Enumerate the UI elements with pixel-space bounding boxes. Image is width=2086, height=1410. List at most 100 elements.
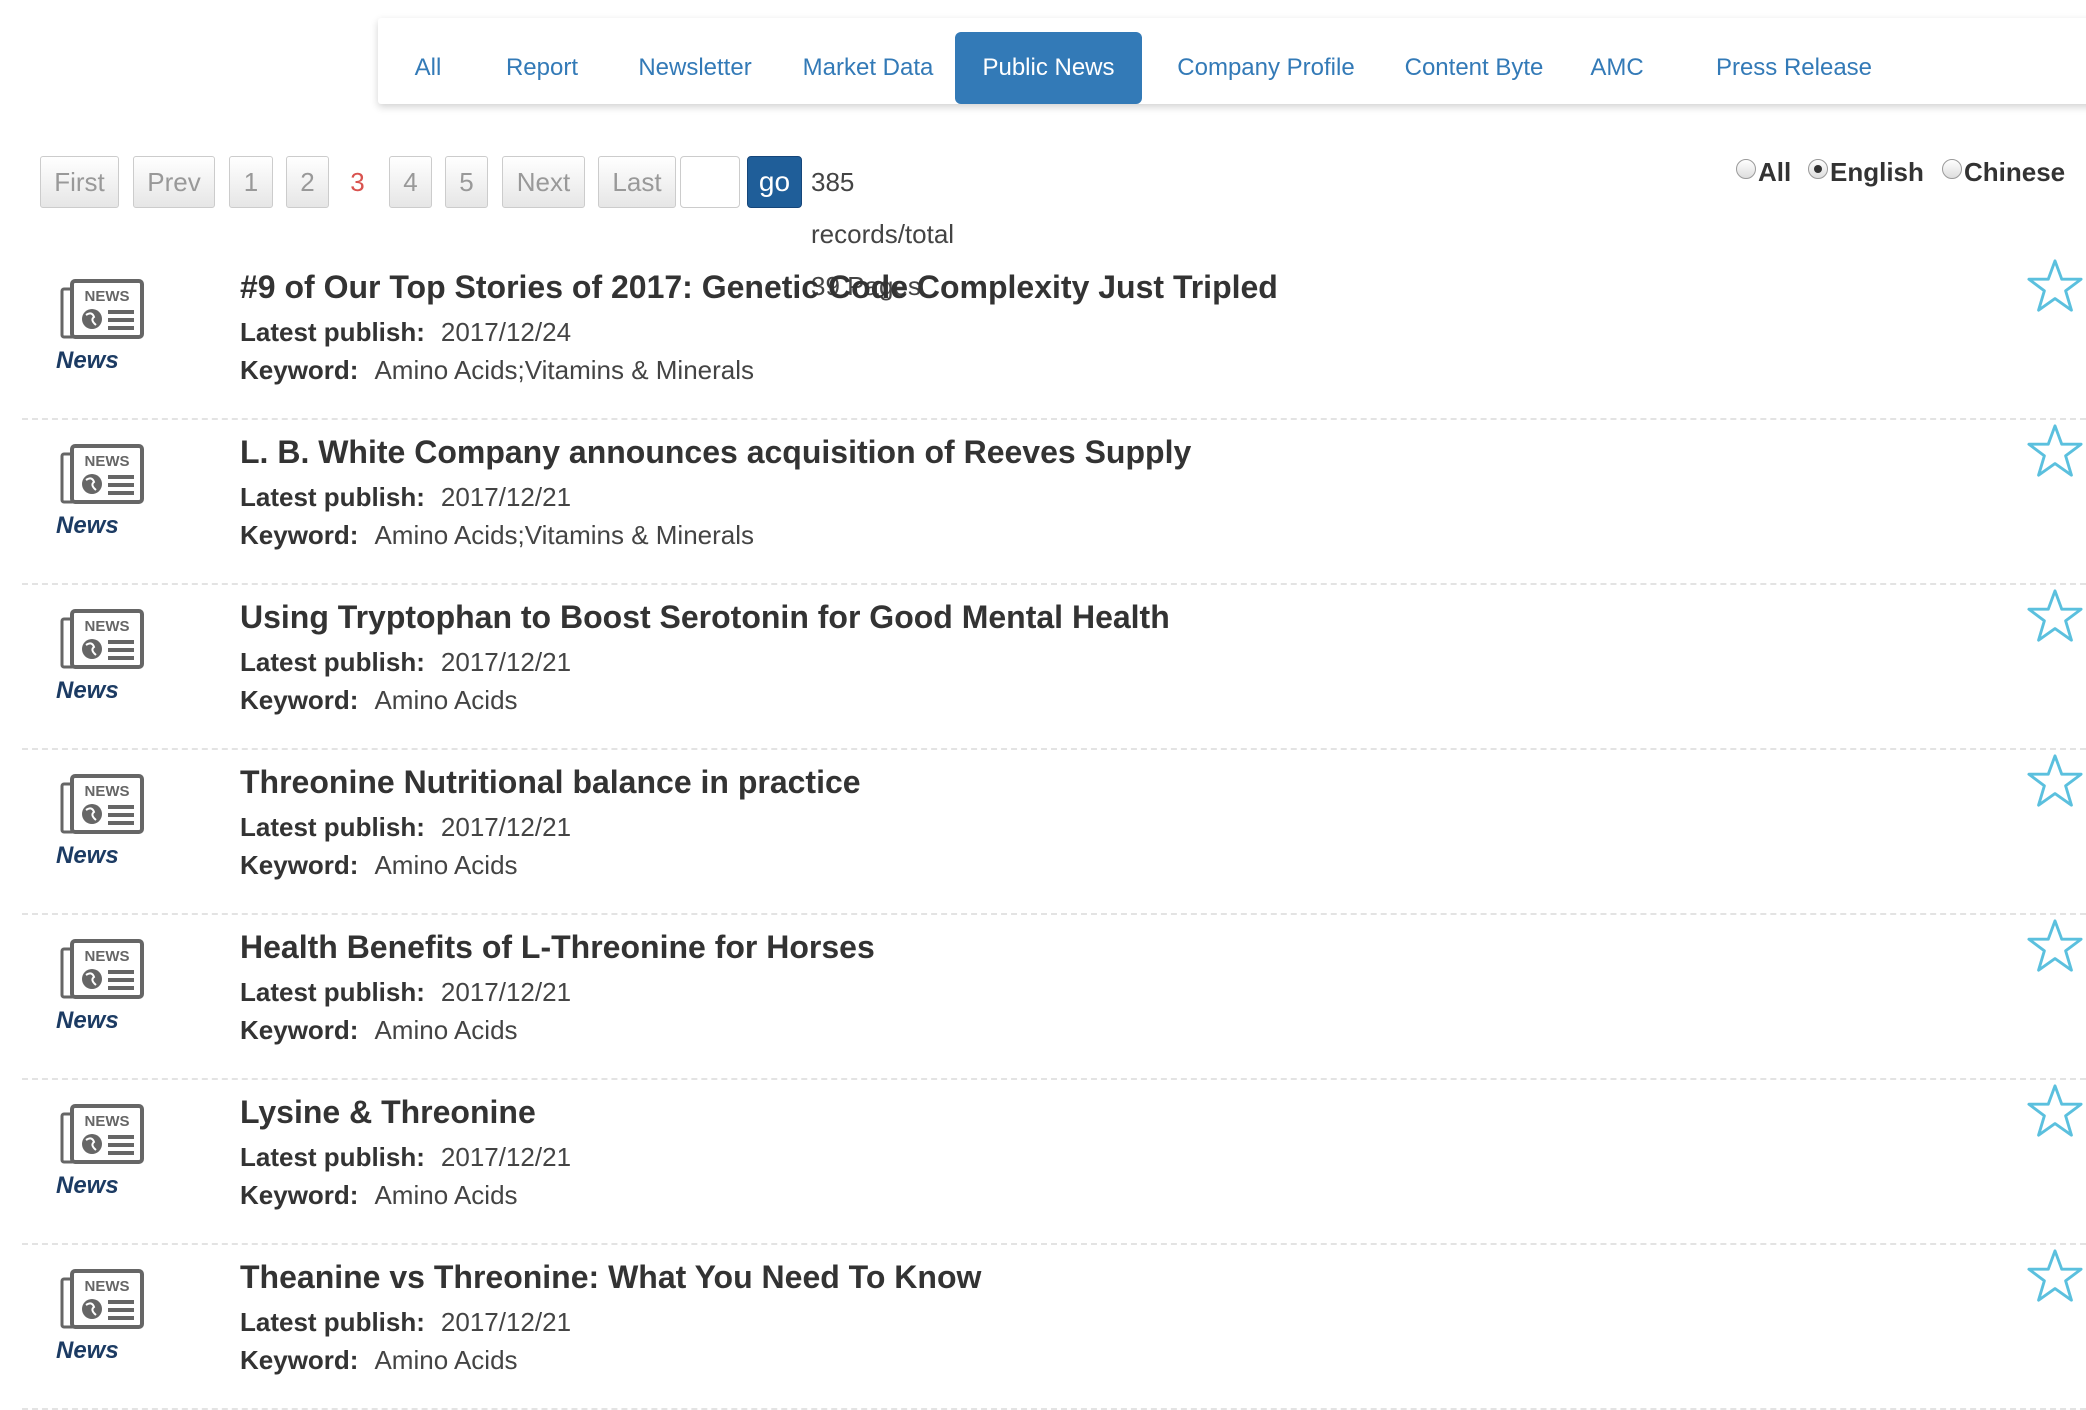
item-publish-row: Latest publish: 2017/12/21	[240, 482, 571, 513]
latest-publish-label: Latest publish:	[240, 1307, 425, 1337]
newspaper-icon: NEWS	[60, 609, 144, 669]
page-5-button[interactable]: 5	[445, 156, 488, 208]
item-title-link[interactable]: Lysine & Threonine	[240, 1094, 536, 1131]
item-title-link[interactable]: #9 of Our Top Stories of 2017: Genetic C…	[240, 269, 1278, 306]
category-tab-bar: All Report Newsletter Market Data Public…	[378, 18, 2086, 104]
publish-date: 2017/12/21	[440, 1307, 572, 1337]
keyword-label: Keyword:	[240, 685, 359, 715]
svg-text:NEWS: NEWS	[85, 618, 130, 635]
publish-date: 2017/12/21	[440, 977, 572, 1007]
star-outline-icon[interactable]	[2026, 1247, 2084, 1305]
item-type-label: News	[56, 677, 119, 704]
item-type-label: News	[56, 1007, 119, 1034]
svg-text:NEWS: NEWS	[85, 288, 130, 305]
star-outline-icon[interactable]	[2026, 587, 2084, 645]
newspaper-icon: NEWS	[60, 939, 144, 999]
item-keyword-row: Keyword: Amino Acids;Vitamins & Minerals	[240, 520, 754, 551]
item-publish-row: Latest publish: 2017/12/21	[240, 647, 571, 678]
item-keyword-row: Keyword: Amino Acids;Vitamins & Minerals	[240, 355, 754, 386]
first-page-button[interactable]: First	[40, 156, 119, 208]
item-publish-row: Latest publish: 2017/12/21	[240, 1142, 571, 1173]
item-type-label: News	[56, 347, 119, 374]
tab-market-data[interactable]: Market Data	[780, 32, 956, 104]
item-publish-row: Latest publish: 2017/12/21	[240, 812, 571, 843]
latest-publish-label: Latest publish:	[240, 647, 425, 677]
item-title-link[interactable]: Threonine Nutritional balance in practic…	[240, 764, 861, 801]
page-2-button[interactable]: 2	[286, 156, 329, 208]
keyword-value: Amino Acids	[374, 850, 518, 880]
prev-page-button[interactable]: Prev	[133, 156, 215, 208]
tab-content-byte[interactable]: Content Byte	[1378, 32, 1570, 104]
tab-amc[interactable]: AMC	[1574, 32, 1660, 104]
star-outline-icon[interactable]	[2026, 752, 2084, 810]
list-item: NEWS News L. B. White Company announces …	[0, 420, 2086, 585]
item-type-label: News	[56, 842, 119, 869]
item-title-link[interactable]: Using Tryptophan to Boost Serotonin for …	[240, 599, 1170, 636]
item-keyword-row: Keyword: Amino Acids	[240, 850, 518, 881]
list-item: NEWS News Threonine Nutritional balance …	[0, 750, 2086, 915]
tab-newsletter[interactable]: Newsletter	[612, 32, 778, 104]
list-item: NEWS News Lysine & Threonine Latest publ…	[0, 1080, 2086, 1245]
go-button[interactable]: go	[747, 156, 802, 208]
item-keyword-row: Keyword: Amino Acids	[240, 1345, 518, 1376]
keyword-label: Keyword:	[240, 520, 359, 550]
last-page-button[interactable]: Last	[598, 156, 676, 208]
item-keyword-row: Keyword: Amino Acids	[240, 685, 518, 716]
svg-text:NEWS: NEWS	[85, 783, 130, 800]
tab-report[interactable]: Report	[478, 32, 606, 104]
page-number-input[interactable]	[680, 156, 740, 208]
page-1-button[interactable]: 1	[229, 156, 273, 208]
item-publish-row: Latest publish: 2017/12/24	[240, 317, 571, 348]
radio-all[interactable]	[1736, 159, 1756, 179]
keyword-value: Amino Acids;Vitamins & Minerals	[374, 520, 755, 550]
language-option-english[interactable]: English	[1808, 152, 1924, 192]
keyword-label: Keyword:	[240, 1345, 359, 1375]
keyword-label: Keyword:	[240, 1015, 359, 1045]
tab-press-release[interactable]: Press Release	[1704, 32, 1884, 104]
language-option-chinese[interactable]: Chinese	[1942, 152, 2065, 192]
publish-date: 2017/12/21	[440, 482, 572, 512]
item-type-label: News	[56, 512, 119, 539]
item-publish-row: Latest publish: 2017/12/21	[240, 977, 571, 1008]
latest-publish-label: Latest publish:	[240, 812, 425, 842]
keyword-value: Amino Acids	[374, 1180, 518, 1210]
language-option-all[interactable]: All	[1736, 152, 1791, 192]
latest-publish-label: Latest publish:	[240, 1142, 425, 1172]
publish-date: 2017/12/21	[440, 812, 572, 842]
star-outline-icon[interactable]	[2026, 257, 2084, 315]
svg-text:NEWS: NEWS	[85, 1278, 130, 1295]
list-item: NEWS News Using Tryptophan to Boost Sero…	[0, 585, 2086, 750]
list-item: NEWS News Theanine vs Threonine: What Yo…	[0, 1245, 2086, 1410]
item-title-link[interactable]: Theanine vs Threonine: What You Need To …	[240, 1259, 981, 1296]
newspaper-icon: NEWS	[60, 774, 144, 834]
language-label-english: English	[1830, 157, 1924, 187]
tab-company-profile[interactable]: Company Profile	[1158, 32, 1374, 104]
publish-date: 2017/12/21	[440, 1142, 572, 1172]
item-title-link[interactable]: L. B. White Company announces acquisitio…	[240, 434, 1191, 471]
star-outline-icon[interactable]	[2026, 1082, 2084, 1140]
latest-publish-label: Latest publish:	[240, 482, 425, 512]
newspaper-icon: NEWS	[60, 1269, 144, 1329]
newspaper-icon: NEWS	[60, 444, 144, 504]
latest-publish-label: Latest publish:	[240, 317, 425, 347]
item-type-label: News	[56, 1172, 119, 1199]
next-page-button[interactable]: Next	[502, 156, 585, 208]
keyword-label: Keyword:	[240, 355, 359, 385]
keyword-value: Amino Acids	[374, 1345, 518, 1375]
radio-english[interactable]	[1808, 159, 1828, 179]
keyword-label: Keyword:	[240, 1180, 359, 1210]
tab-all[interactable]: All	[398, 32, 458, 104]
keyword-value: Amino Acids;Vitamins & Minerals	[374, 355, 755, 385]
item-title-link[interactable]: Health Benefits of L-Threonine for Horse…	[240, 929, 875, 966]
latest-publish-label: Latest publish:	[240, 977, 425, 1007]
publish-date: 2017/12/21	[440, 647, 572, 677]
publish-date: 2017/12/24	[440, 317, 572, 347]
tab-public-news[interactable]: Public News	[955, 32, 1142, 104]
radio-chinese[interactable]	[1942, 159, 1962, 179]
star-outline-icon[interactable]	[2026, 422, 2084, 480]
newspaper-icon: NEWS	[60, 1104, 144, 1164]
newspaper-icon: NEWS	[60, 279, 144, 339]
star-outline-icon[interactable]	[2026, 917, 2084, 975]
item-keyword-row: Keyword: Amino Acids	[240, 1015, 518, 1046]
page-4-button[interactable]: 4	[389, 156, 432, 208]
